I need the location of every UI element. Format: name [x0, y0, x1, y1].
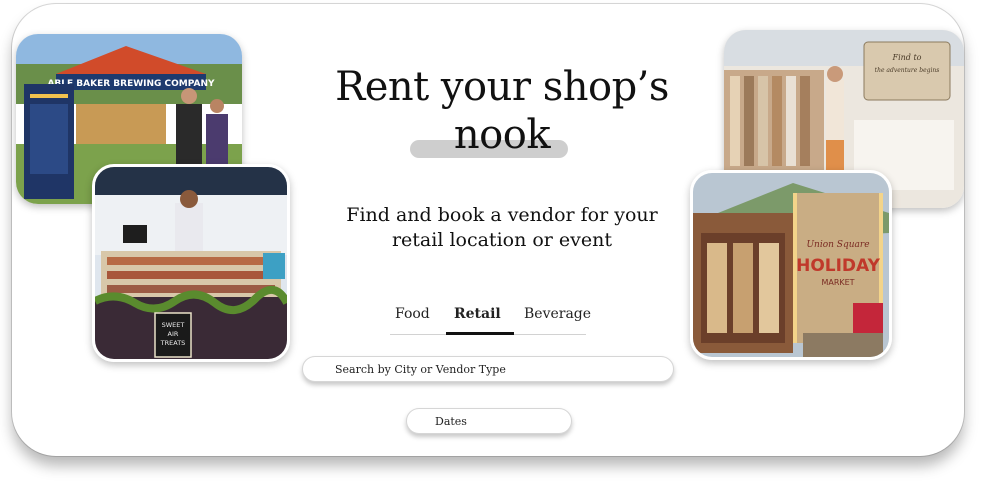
bakery-sign-line-1: SWEET — [162, 321, 185, 329]
tab-food[interactable]: Food — [395, 306, 430, 322]
active-tab-indicator — [446, 332, 514, 335]
headline-line-2: nook — [453, 112, 551, 158]
subheadline-line-1: Find and book a vendor for your — [346, 204, 658, 226]
subheadline-line-2: retail location or event — [391, 229, 613, 251]
tab-retail[interactable]: Retail — [454, 306, 501, 322]
holiday-sign-line-1: Union Square — [806, 240, 869, 250]
dates-picker[interactable]: Dates — [406, 408, 572, 434]
holiday-sign-line-3: MARKET — [821, 278, 854, 287]
boutique-sign-line-2: the adventure begins — [875, 67, 940, 74]
category-tabs: Food Retail Beverage — [390, 306, 591, 336]
landing-card: ABLE BAKER BREWING COMPANY SWEET AIR TRE… — [12, 4, 964, 456]
tab-beverage[interactable]: Beverage — [524, 306, 591, 322]
holiday-market-booth-photo: Union Square HOLIDAY MARKET — [690, 170, 892, 360]
bakery-booth-photo: SWEET AIR TREATS — [92, 164, 290, 362]
boutique-sign-line-1: Find to — [892, 53, 922, 62]
holiday-sign-line-2: HOLIDAY — [796, 256, 880, 276]
headline-line-1: Rent your shop’s — [335, 64, 669, 110]
bakery-sign-line-3: TREATS — [160, 339, 186, 347]
bakery-sign-line-2: AIR — [168, 330, 179, 338]
search-input[interactable]: Search by City or Vendor Type — [302, 356, 674, 382]
